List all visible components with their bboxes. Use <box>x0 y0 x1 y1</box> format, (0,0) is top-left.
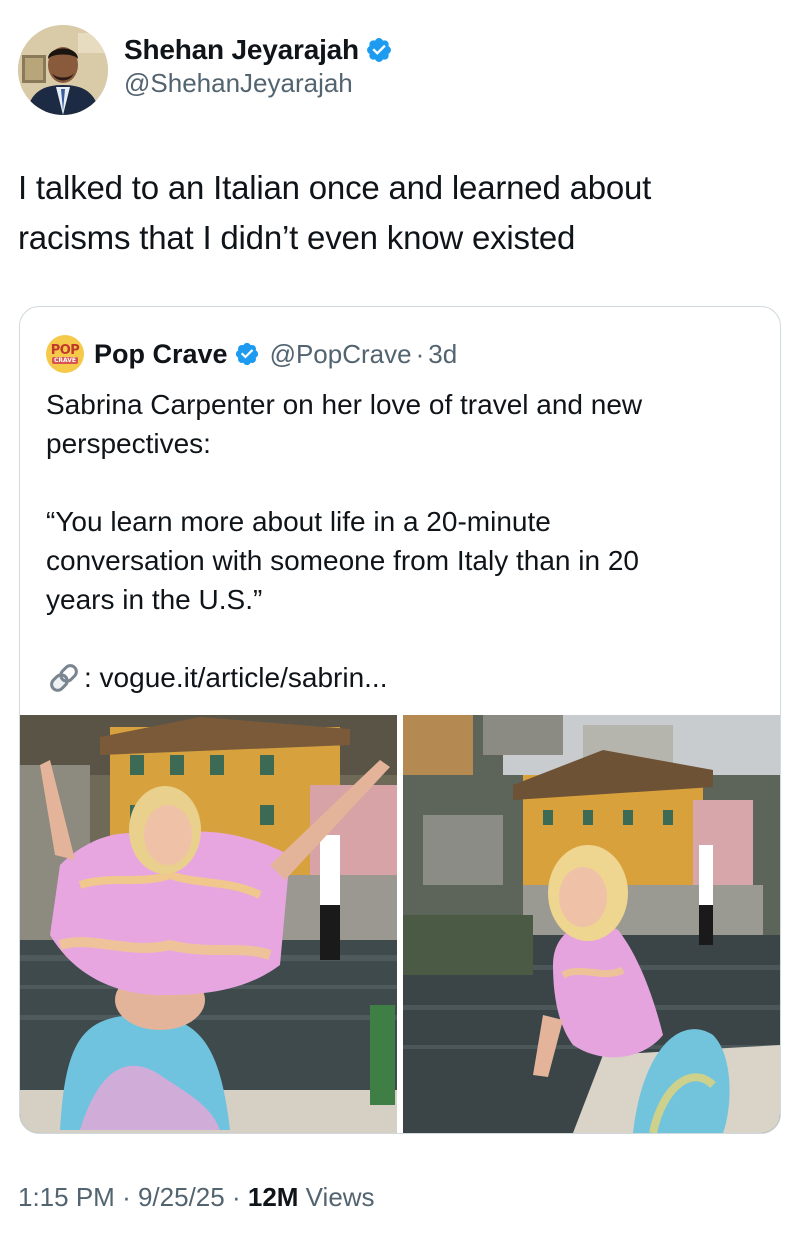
display-name-row: Shehan Jeyarajah <box>124 34 393 66</box>
quoted-author-name[interactable]: Pop Crave <box>94 339 228 370</box>
quoted-text-line: years in the U.S.” <box>46 584 263 615</box>
quoted-text-line: “You learn more about life in a 20-minut… <box>46 506 551 537</box>
quoted-tweet-body: Sabrina Carpenter on her love of travel … <box>46 385 746 697</box>
tweet-meta-footer: 1:15 PM · 9/25/25 · 12M Views <box>18 1182 375 1213</box>
tweet-time[interactable]: 1:15 PM <box>18 1182 115 1212</box>
author-display-name[interactable]: Shehan Jeyarajah <box>124 34 359 66</box>
photo-left <box>20 715 397 1133</box>
tweet-text-line: I talked to an Italian once and learned … <box>18 169 652 206</box>
quoted-paragraph-intro: Sabrina Carpenter on her love of travel … <box>46 385 746 463</box>
verified-badge-icon <box>235 342 258 366</box>
quoted-author-avatar[interactable]: POP CRAVE <box>46 335 84 373</box>
meta-separator: · <box>231 1182 241 1212</box>
quoted-text-line: conversation with someone from Italy tha… <box>46 545 639 576</box>
author-names: Shehan Jeyarajah @ShehanJeyarajah <box>124 34 393 99</box>
quoted-tweet-card[interactable]: POP CRAVE Pop Crave @PopCrave · 3d Sabri… <box>19 306 781 1134</box>
quoted-link-text[interactable]: : vogue.it/article/sabrin... <box>84 658 387 697</box>
quoted-tweet-header: POP CRAVE Pop Crave @PopCrave · 3d <box>46 335 457 373</box>
views-count[interactable]: 12M <box>248 1182 299 1212</box>
photo-right <box>403 715 780 1133</box>
header-separator: · <box>415 338 425 369</box>
quoted-text-line: perspectives: <box>46 428 211 459</box>
verified-badge-icon[interactable] <box>365 36 393 64</box>
quoted-paragraph-quote: “You learn more about life in a 20-minut… <box>46 502 746 619</box>
avatar-logo-subtext: CRAVE <box>51 357 78 364</box>
tweet-header: Shehan Jeyarajah @ShehanJeyarajah <box>18 24 393 116</box>
media-photo-left[interactable] <box>20 715 397 1133</box>
quoted-media-grid <box>20 715 780 1133</box>
author-handle[interactable]: @ShehanJeyarajah <box>124 68 393 99</box>
media-photo-right[interactable] <box>403 715 780 1133</box>
quoted-link-row: : vogue.it/article/sabrin... <box>46 658 746 697</box>
quoted-tweet-time[interactable]: 3d <box>428 339 457 370</box>
meta-separator: · <box>122 1182 131 1212</box>
tweet-date[interactable]: 9/25/25 <box>138 1182 225 1212</box>
quoted-text-line: Sabrina Carpenter on her love of travel … <box>46 389 643 420</box>
author-avatar[interactable] <box>18 25 108 115</box>
avatar-logo-text: POP <box>50 343 80 358</box>
quoted-author-handle[interactable]: @PopCrave <box>270 339 412 370</box>
views-label: Views <box>305 1182 375 1212</box>
tweet-text: I talked to an Italian once and learned … <box>18 163 778 263</box>
link-icon <box>50 663 78 692</box>
profile-photo <box>18 25 108 115</box>
tweet-text-line: racisms that I didn’t even know existed <box>18 219 576 256</box>
